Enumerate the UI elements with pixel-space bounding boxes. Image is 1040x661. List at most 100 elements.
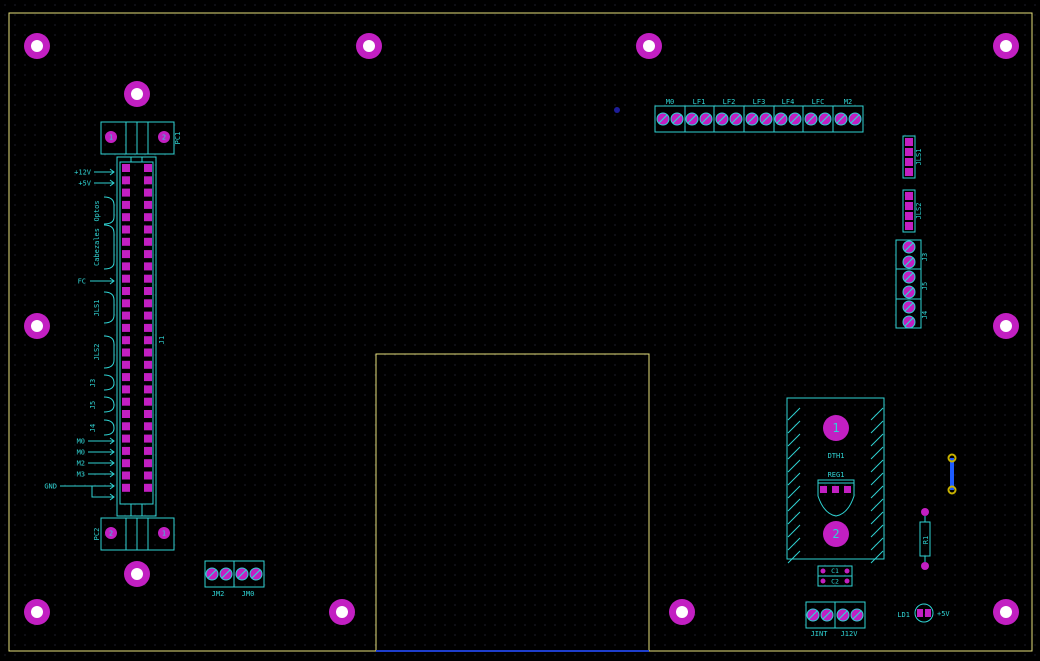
screw-terminal: [834, 112, 848, 126]
top-terminal-label: LF3: [753, 98, 766, 106]
label-12v: +12V: [74, 169, 92, 177]
screw-terminal: [729, 112, 743, 126]
j1-pin: [144, 237, 152, 246]
screw-terminal: [902, 255, 916, 269]
label-m3: M3: [77, 471, 85, 479]
pcb-layout: 1 2 PC1 J1 2 1 PC2 +12V +5V Optos Cabeza…: [0, 0, 1040, 661]
jint-label: JINT: [811, 630, 829, 638]
label-j5: J5: [89, 401, 97, 409]
screw-terminal: [836, 608, 850, 622]
j1-pin: [122, 348, 130, 357]
pc1-label: PC1: [174, 132, 182, 145]
j1-pin: [144, 385, 152, 394]
mounting-hole: [24, 33, 50, 59]
j1-pin: [122, 434, 130, 443]
j1-pin: [122, 237, 130, 246]
label-optos: Optos: [93, 200, 101, 221]
c1-label: C1: [831, 567, 839, 575]
mounting-hole: [24, 313, 50, 339]
top-terminal-label: LF4: [782, 98, 795, 106]
screw-terminal: [820, 608, 834, 622]
j1-pin: [144, 188, 152, 197]
capacitors: C1 C2: [817, 565, 853, 587]
screw-terminal: [850, 608, 864, 622]
screw-terminal: [699, 112, 713, 126]
mounting-hole: [993, 313, 1019, 339]
top-terminal-label: LF1: [693, 98, 706, 106]
dth1-pad-2: 2: [832, 527, 839, 541]
screw-terminal: [759, 112, 773, 126]
screw-terminal: [715, 112, 729, 126]
j1-pin: [144, 397, 152, 406]
mounting-hole: [124, 561, 150, 587]
j1-pin: [144, 164, 152, 172]
screw-terminal: [788, 112, 802, 126]
label-jls1: JLS1: [93, 300, 101, 317]
screw-terminal: [902, 285, 916, 299]
j1-pin: [122, 225, 130, 234]
j1-pin: [144, 360, 152, 369]
label-5v: +5V: [78, 180, 91, 188]
label-m2: M2: [77, 460, 85, 468]
screw-terminal: [235, 567, 249, 581]
screw-terminal: [902, 300, 916, 314]
j1-pin: [122, 360, 130, 369]
j1-pin: [122, 274, 130, 283]
j1-pin: [144, 200, 152, 209]
j1-pin: [144, 336, 152, 345]
label-m0-a: M0: [77, 438, 85, 446]
screw-terminal: [745, 112, 759, 126]
j1-pin: [122, 397, 130, 406]
pc1-pin-2: 2: [162, 134, 166, 142]
mounting-hole: [124, 81, 150, 107]
pc1-pin-1: 1: [109, 134, 113, 142]
j1-pin: [144, 446, 152, 455]
j3-label: J3: [921, 253, 929, 261]
screw-terminal: [902, 270, 916, 284]
screw-terminal: [806, 608, 820, 622]
j12v-label: J12V: [841, 630, 859, 638]
screw-terminal: [670, 112, 684, 126]
j1-pin: [122, 373, 130, 382]
j1-pin: [122, 323, 130, 332]
pc2-pin-1: 1: [162, 530, 166, 538]
j1-pin: [122, 164, 130, 172]
j1-pin: [144, 213, 152, 222]
j1-pin: [122, 213, 130, 222]
top-terminal-label: M0: [666, 98, 674, 106]
j1-pin: [144, 262, 152, 271]
j1-pin: [122, 250, 130, 259]
jls2-label: JLS2: [915, 203, 923, 220]
top-terminal-label: LFC: [812, 98, 825, 106]
j1-pin: [122, 299, 130, 308]
jm0-label: JM0: [242, 590, 255, 598]
j1-pin: [144, 459, 152, 468]
screw-terminal: [804, 112, 818, 126]
label-fc: FC: [78, 278, 86, 286]
j1-pin: [122, 459, 130, 468]
j1-pin: [122, 446, 130, 455]
j1-pin: [122, 200, 130, 209]
j1-pin: [122, 410, 130, 418]
c2-label: C2: [831, 578, 839, 586]
screw-terminal: [902, 240, 916, 254]
j1-pin: [144, 311, 152, 320]
pc2-pin-2: 2: [109, 530, 113, 538]
mounting-hole: [356, 33, 382, 59]
j1-pin: [122, 287, 130, 295]
j1-pin: [122, 262, 130, 271]
j1-pin: [122, 311, 130, 320]
screw-terminal: [818, 112, 832, 126]
dth1-label: DTH1: [828, 452, 845, 460]
screw-terminal: [249, 567, 263, 581]
label-m0-b: M0: [77, 449, 85, 457]
j1-pin: [144, 373, 152, 382]
j1-pin: [122, 176, 130, 185]
j1-pin: [144, 422, 152, 431]
j4-label: J4: [921, 311, 929, 319]
j1-pin: [144, 483, 152, 492]
label-gnd: GND: [44, 483, 57, 491]
j1-pin: [122, 385, 130, 394]
screw-terminal: [219, 567, 233, 581]
ld1-net-label: +5V: [937, 610, 950, 618]
